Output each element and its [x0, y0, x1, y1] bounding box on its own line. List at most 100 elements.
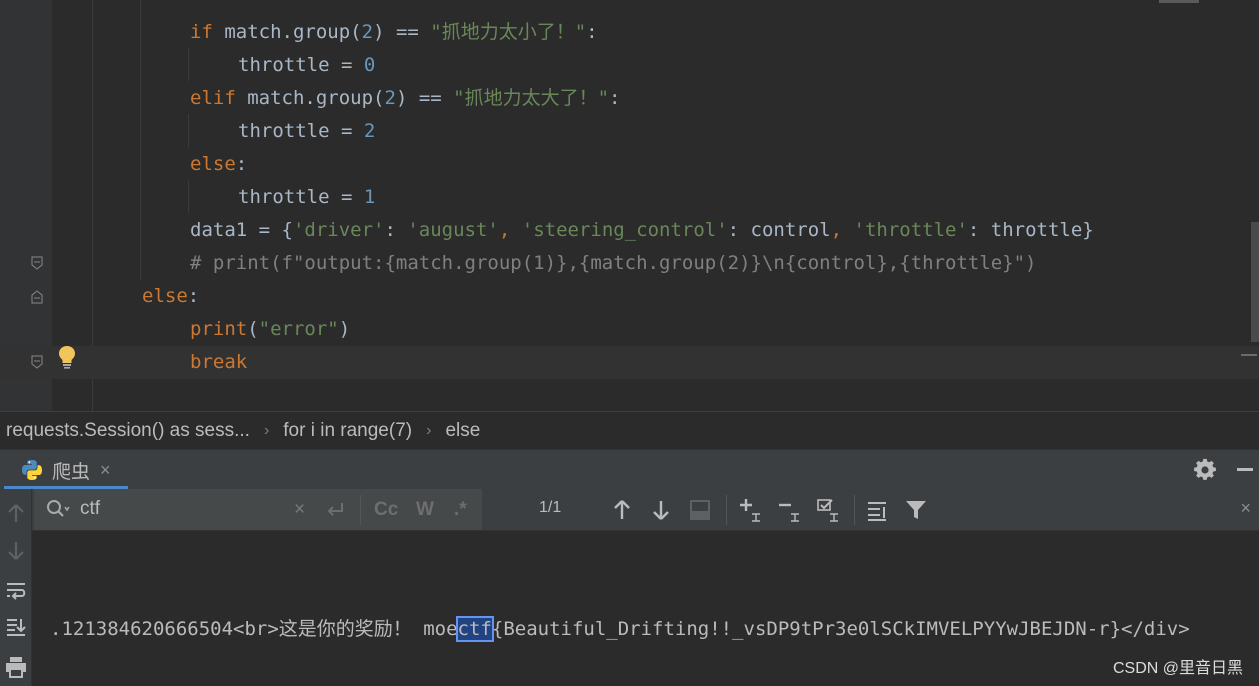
console-search-bar: × Cc W .* 1/1 ×	[32, 489, 1259, 531]
code-token: (	[247, 318, 259, 340]
breadcrumb-separator: ›	[263, 421, 270, 439]
breadcrumb-item[interactable]: requests.Session() as sess...	[6, 420, 250, 442]
down-arrow-icon[interactable]	[4, 539, 28, 563]
scroll-to-end-icon[interactable]	[4, 615, 28, 639]
match-count: 1/1	[539, 499, 562, 516]
search-match-highlight: ctf	[455, 616, 494, 642]
code-token: "抓地力太大了！"	[453, 87, 610, 109]
console-text: {Beautiful_Drifting!!_vsDP9tPr3e0lSCkIMV…	[491, 618, 1190, 640]
select-all-icon[interactable]	[816, 498, 840, 522]
add-occurrence-icon[interactable]	[738, 498, 762, 522]
fold-end-icon[interactable]	[30, 355, 44, 369]
select-all-occurrences-icon[interactable]	[688, 498, 712, 522]
code-token: "抓地力太小了！"	[430, 21, 587, 43]
code-text: elif match.group(2) == "抓地力太大了！":	[190, 82, 620, 115]
search-field: × Cc W .*	[34, 489, 482, 530]
breadcrumb-separator: ›	[426, 421, 432, 439]
code-token: ) ==	[395, 87, 454, 109]
minimize-icon[interactable]	[1237, 468, 1253, 471]
code-token: : control	[727, 219, 831, 241]
code-line-4[interactable]: throttle = 2	[0, 115, 1259, 148]
code-text: # print(f"output:{match.group(1)},{match…	[190, 247, 1036, 280]
code-line-3[interactable]: elif match.group(2) == "抓地力太大了！":	[0, 82, 1259, 115]
code-text: data1 = {'driver': 'august', 'steering_c…	[190, 214, 1094, 247]
previous-occurrence-icon[interactable]	[610, 498, 634, 522]
close-search-icon[interactable]: ×	[1240, 498, 1251, 519]
code-token: :	[609, 87, 621, 109]
up-arrow-icon[interactable]	[4, 501, 28, 525]
code-line-1[interactable]: if match.group(2) == "抓地力太小了！":	[0, 16, 1259, 49]
code-token: ,	[830, 219, 854, 241]
code-line-9[interactable]: else:	[0, 280, 1259, 313]
console-output[interactable]: .121384620666504<br>这是你的奖励！ moectf{Beaut…	[32, 531, 1259, 686]
soft-wrap-icon[interactable]	[4, 579, 28, 603]
code-line-7[interactable]: data1 = {'driver': 'august', 'steering_c…	[0, 214, 1259, 247]
code-text: else:	[190, 148, 247, 181]
remove-occurrence-icon[interactable]	[777, 498, 801, 522]
scroll-marker	[1241, 354, 1257, 356]
code-token: ) ==	[373, 21, 431, 43]
separator	[726, 495, 727, 525]
lightbulb-icon[interactable]	[58, 345, 76, 369]
code-token: data1 = {	[190, 219, 293, 241]
code-token: 'steering_control'	[521, 219, 728, 241]
code-text: break	[190, 346, 247, 379]
code-token: if	[190, 21, 213, 43]
code-token: throttle =	[238, 186, 364, 208]
next-occurrence-icon[interactable]	[649, 498, 673, 522]
code-token: print	[190, 318, 248, 340]
code-token: )	[338, 318, 351, 340]
run-tab-label: 爬虫	[52, 461, 91, 483]
search-input[interactable]	[80, 494, 280, 524]
code-token: 'throttle'	[853, 219, 968, 241]
close-tab-icon[interactable]: ×	[100, 460, 111, 481]
code-token: match.group(	[212, 21, 362, 43]
code-token: :	[187, 285, 200, 307]
code-token: :	[235, 153, 248, 175]
whole-words-toggle[interactable]: W	[416, 498, 434, 522]
code-editor[interactable]: if match.group(2) == "抓地力太小了！": throttle…	[0, 0, 1259, 411]
code-token: "error"	[258, 318, 339, 340]
search-icon[interactable]	[46, 499, 70, 519]
breadcrumb-item[interactable]: else	[445, 420, 480, 442]
code-line-6[interactable]: throttle = 1	[0, 181, 1259, 214]
clear-search-icon[interactable]: ×	[294, 498, 305, 522]
fold-start-icon[interactable]	[30, 290, 44, 304]
code-line-2[interactable]: throttle = 0	[0, 49, 1259, 82]
code-token: : throttle}	[967, 219, 1094, 241]
separator	[854, 495, 855, 525]
fold-end-icon[interactable]	[30, 256, 44, 270]
breadcrumb-item[interactable]: for i in range(7)	[283, 420, 412, 442]
code-token: 1	[363, 186, 376, 208]
run-tool-window-header: 爬虫 ×	[0, 449, 1259, 489]
regex-toggle[interactable]: .*	[454, 498, 467, 522]
code-text: throttle = 2	[238, 115, 375, 148]
code-token: else	[190, 153, 236, 175]
console-text: .121384620666504<br>这是你的奖励！ moe	[50, 618, 458, 640]
editor-scrollbar[interactable]	[1251, 222, 1259, 342]
scroll-marker	[1159, 0, 1199, 3]
code-line-8[interactable]: # print(f"output:{match.group(1)},{match…	[0, 247, 1259, 280]
python-icon	[22, 460, 42, 480]
code-token: elif	[190, 87, 236, 109]
code-text: throttle = 0	[238, 49, 375, 82]
code-text: else:	[142, 280, 199, 313]
filter-lines-icon[interactable]	[866, 498, 890, 522]
code-text: throttle = 1	[238, 181, 375, 214]
new-line-icon[interactable]	[324, 498, 346, 522]
code-line-10[interactable]: print("error")	[0, 313, 1259, 346]
code-token: match.group(	[235, 87, 385, 109]
print-icon[interactable]	[4, 655, 28, 679]
tab-run-config[interactable]: 爬虫 ×	[20, 450, 111, 490]
code-token: :	[384, 219, 408, 241]
code-line-5[interactable]: else:	[0, 148, 1259, 181]
code-token: break	[190, 351, 248, 373]
code-token: 0	[363, 54, 376, 76]
code-token: 'august'	[407, 219, 499, 241]
filter-icon[interactable]	[904, 498, 928, 522]
gear-icon[interactable]	[1193, 458, 1217, 482]
code-token: # print(f"output:{match.group(1)},{match…	[190, 252, 1037, 274]
code-token: 2	[384, 87, 396, 109]
code-line-11-current[interactable]: break	[0, 346, 1259, 379]
match-case-toggle[interactable]: Cc	[374, 498, 398, 522]
